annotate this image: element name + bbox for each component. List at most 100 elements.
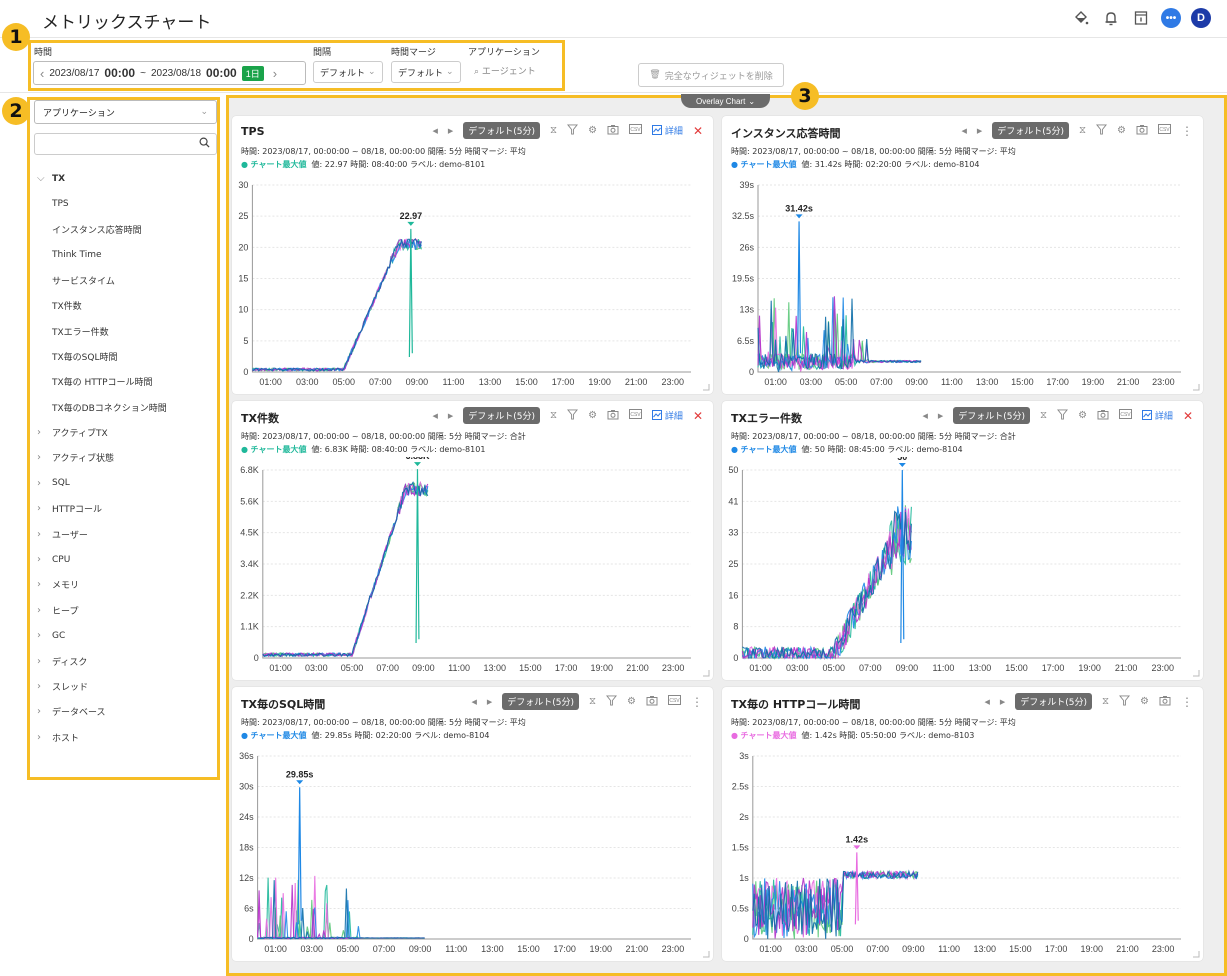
interval-button[interactable]: デフォルト(5分) [953,407,1031,424]
csv-icon[interactable]: CSV [1158,124,1171,137]
series-line-demo-8104[interactable] [262,484,429,658]
hourglass-icon[interactable]: ⧖ [1079,125,1086,136]
time-next-button[interactable]: › [273,66,277,81]
hourglass-icon[interactable]: ⧖ [1040,410,1047,421]
metric-search-input[interactable] [34,133,217,155]
paint-bucket-icon[interactable] [1071,8,1091,28]
more-vert-icon[interactable]: ⋮ [1181,124,1193,138]
tree-group-1[interactable]: › アクティブTX [34,420,217,445]
prev-icon[interactable]: ◀ [923,412,928,420]
user-avatar[interactable]: D [1191,8,1211,28]
tree-item[interactable]: TXエラー件数 [34,318,217,343]
line-chart[interactable]: 0 6.5s 13s 19.5s 26s 32.5s 39s 01:00 03:00 05:00 0… [722,172,1203,394]
tree-item[interactable]: インスタンス応答時間 [34,217,217,242]
tree-group-7[interactable]: › メモリ [34,572,217,597]
hourglass-icon[interactable]: ⧖ [589,696,596,707]
close-icon[interactable]: ✕ [693,409,703,423]
gear-icon[interactable]: ⚙ [1117,125,1126,136]
time-merge-select[interactable]: デフォルト ⌄ [391,61,461,83]
resize-handle[interactable] [703,670,710,677]
line-chart[interactable]: 0 0.5s 1s 1.5s 2s 2.5s 3s 01:00 03:00 05:00 07:00 0… [722,743,1203,961]
camera-icon[interactable] [607,409,619,423]
tree-group-2[interactable]: › アクティブ状態 [34,445,217,470]
series-line-demo-8102[interactable] [262,481,429,658]
next-icon[interactable]: ▶ [487,698,492,706]
series-line-demo-8101[interactable] [742,506,912,661]
series-line-demo-8102[interactable] [741,505,912,661]
chat-icon[interactable]: ••• [1161,8,1181,28]
filter-icon[interactable] [1118,694,1131,709]
close-icon[interactable]: ✕ [1183,409,1193,423]
series-line-demo-8103[interactable] [741,506,912,661]
more-vert-icon[interactable]: ⋮ [1181,695,1193,709]
resize-handle[interactable] [1193,951,1200,958]
delete-all-widgets-button[interactable]: 🗑 完全なウィジェットを削除 [638,63,784,87]
csv-icon[interactable]: CSV [1119,409,1133,422]
line-chart[interactable]: 0 6s 12s 18s 24s 30s 36s 01:00 03:00 05:00 07:00 09… [232,743,713,961]
gear-icon[interactable]: ⚙ [1078,410,1087,421]
interval-button[interactable]: デフォルト(5分) [1015,693,1092,710]
series-line-demo-8105[interactable] [252,238,422,372]
prev-icon[interactable]: ◀ [433,127,438,135]
tree-group-13[interactable]: › ホスト [34,725,217,750]
filter-icon[interactable] [1057,408,1069,423]
interval-button[interactable]: デフォルト(5分) [463,122,541,139]
time-range-picker[interactable]: ‹ 2023/08/17 00:00 ~ 2023/08/18 00:00 1日… [33,61,306,85]
tree-item[interactable]: TX毎のSQL時間 [34,344,217,369]
tree-item[interactable]: TX毎の HTTPコール時間 [34,369,217,394]
series-line-demo-8104[interactable] [252,239,422,372]
line-chart[interactable]: 0 1.1K 2.2K 3.4K 4.5K 5.6K 6.8K 01:00 03:00 05:00… [232,457,713,680]
camera-icon[interactable] [1136,124,1148,138]
series-line-demo-8102[interactable] [251,239,422,372]
series-line-demo-8103[interactable] [252,238,422,372]
line-chart[interactable]: 0 8 16 25 33 41 50 01:00 03:00 05:00 07:00 09:00 11:… [722,457,1203,680]
interval-select[interactable]: デフォルト ⌄ [313,61,383,83]
next-icon[interactable]: ▶ [448,127,453,135]
detail-button[interactable]: 詳細 [652,409,683,422]
series-line-demo-8101[interactable] [252,238,422,372]
tree-group-4[interactable]: › HTTPコール [34,496,217,521]
close-icon[interactable]: ✕ [693,124,703,138]
hourglass-icon[interactable]: ⧖ [1102,696,1109,707]
tree-item[interactable]: Think Time [34,242,217,267]
csv-icon[interactable]: CSV [629,124,643,137]
detail-button[interactable]: 詳細 [1142,409,1173,422]
camera-icon[interactable] [607,124,619,138]
tree-item[interactable]: TX件数 [34,293,217,318]
overlay-chart-tab[interactable]: Overlay Chart ⌄ [681,94,770,108]
time-range-badge[interactable]: 1日 [241,65,264,81]
book-info-icon[interactable] [1131,8,1151,28]
gear-icon[interactable]: ⚙ [1140,696,1149,707]
interval-button[interactable]: デフォルト(5分) [463,407,541,424]
interval-button[interactable]: デフォルト(5分) [992,122,1069,139]
csv-icon[interactable]: CSV [668,695,681,708]
bell-icon[interactable] [1101,8,1121,28]
resize-handle[interactable] [1193,670,1200,677]
camera-icon[interactable] [1159,695,1171,709]
next-icon[interactable]: ▶ [938,412,943,420]
hourglass-icon[interactable]: ⧖ [550,125,557,136]
resize-handle[interactable] [1193,384,1200,391]
agent-button[interactable]: ⌕ エージェント [474,64,536,77]
filter-icon[interactable] [605,694,618,709]
series-line-demo-8101[interactable] [262,481,429,658]
csv-icon[interactable]: CSV [629,409,643,422]
tree-group-10[interactable]: › ディスク [34,648,217,673]
filter-icon[interactable] [567,408,579,423]
series-line-demo-8103[interactable] [262,480,428,658]
prev-icon[interactable]: ◀ [433,412,438,420]
tree-group-3[interactable]: › SQL [34,471,217,496]
prev-icon[interactable]: ◀ [984,698,989,706]
gear-icon[interactable]: ⚙ [588,410,597,421]
detail-button[interactable]: 詳細 [652,124,683,137]
more-vert-icon[interactable]: ⋮ [691,695,703,709]
prev-icon[interactable]: ◀ [471,698,476,706]
tree-group-8[interactable]: › ヒープ [34,598,217,623]
series-line-demo-8106[interactable] [742,510,912,660]
prev-icon[interactable]: ◀ [961,127,966,135]
filter-icon[interactable] [1095,123,1108,138]
tree-group-5[interactable]: › ユーザー [34,521,217,546]
tree-group-9[interactable]: › GC [34,623,217,648]
series-line-demo-8105[interactable] [262,482,429,658]
next-icon[interactable]: ▶ [977,127,982,135]
